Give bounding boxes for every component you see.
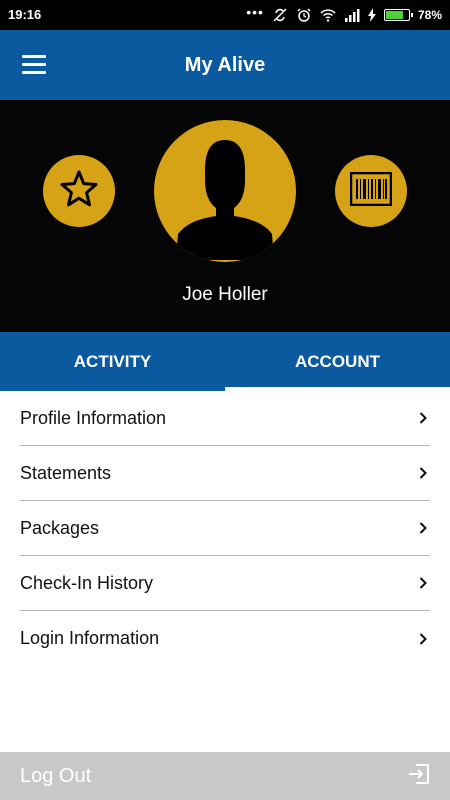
sync-off-icon (272, 7, 288, 23)
favorites-button[interactable] (43, 155, 115, 227)
tab-account[interactable]: ACCOUNT (225, 332, 450, 391)
chevron-right-icon (418, 521, 428, 535)
menu-item-label: Login Information (20, 628, 160, 648)
status-time: 19:16 (8, 7, 42, 22)
user-name: Joe Holler (182, 284, 268, 305)
star-icon (59, 169, 99, 214)
exit-icon (408, 763, 430, 790)
tab-bar: ACTIVITY ACCOUNT (0, 332, 450, 391)
menu-item-profile-information[interactable]: Profile Information (20, 391, 430, 446)
chevron-right-icon (418, 411, 428, 425)
tab-activity[interactable]: ACTIVITY (0, 332, 225, 391)
menu-item-label: Statements (20, 462, 112, 483)
menu-item-label: Profile Information (20, 407, 167, 428)
menu-item-login-information[interactable]: Login Information (20, 611, 430, 666)
signal-icon (344, 8, 360, 22)
menu-item-label: Packages (20, 517, 100, 538)
membership-barcode-button[interactable] (335, 155, 407, 227)
status-icons: ••• 78% (246, 4, 442, 24)
chevron-right-icon (418, 466, 428, 480)
battery-icon (383, 9, 413, 21)
more-notifications-icon: ••• (246, 4, 264, 20)
wifi-icon (320, 8, 336, 22)
chevron-right-icon (418, 576, 428, 590)
user-silhouette-icon (154, 120, 296, 262)
account-menu-list: Profile Information Statements Packages … (20, 391, 430, 666)
status-bar: 19:16 ••• 78% (0, 0, 450, 30)
charging-icon (367, 8, 376, 22)
logout-button[interactable]: Log Out (0, 752, 450, 800)
app-bar: My Alive (0, 30, 450, 100)
profile-header: Joe Holler (0, 100, 450, 332)
menu-item-statements[interactable]: Statements (20, 446, 430, 501)
chevron-right-icon (418, 632, 428, 646)
page-title: My Alive (184, 54, 266, 76)
alarm-icon (296, 7, 312, 23)
barcode-icon (349, 171, 393, 211)
avatar (154, 120, 296, 262)
battery-percent: 78% (417, 8, 442, 22)
menu-item-label: Check-In History (20, 572, 154, 593)
battery-level (385, 11, 404, 19)
menu-item-check-in-history[interactable]: Check-In History (20, 556, 430, 611)
logout-label: Log Out (20, 764, 92, 787)
menu-item-packages[interactable]: Packages (20, 501, 430, 556)
